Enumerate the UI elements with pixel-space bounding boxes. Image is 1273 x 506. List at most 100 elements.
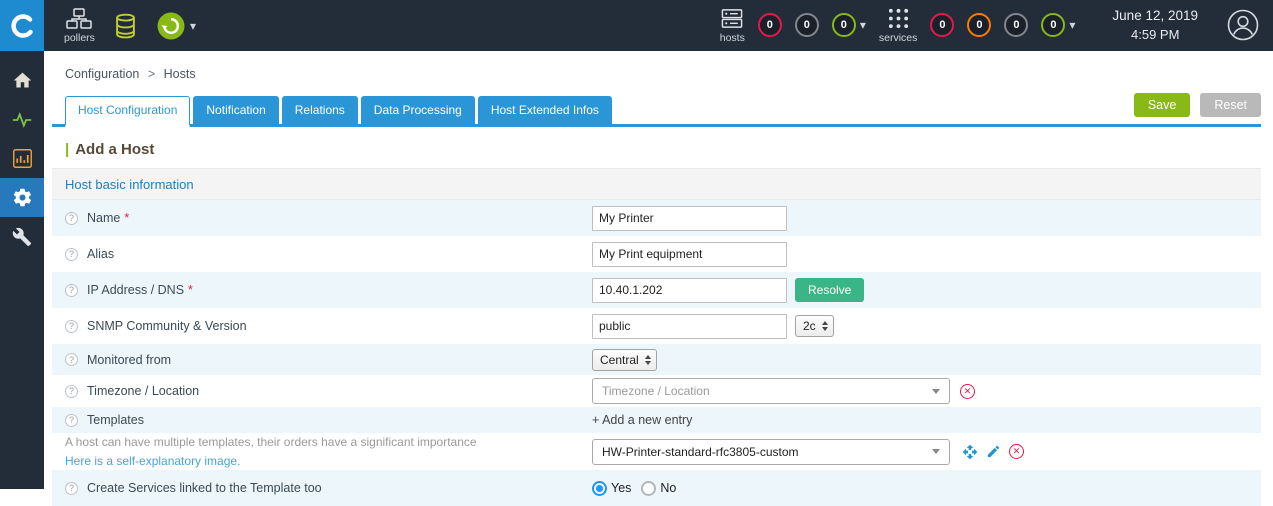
tab-notification[interactable]: Notification: [193, 96, 279, 124]
page-title: | Add a Host: [65, 141, 1261, 158]
services-label: services: [878, 31, 918, 44]
form-row-name: ? Name *: [52, 200, 1261, 236]
hosts-unreachable-badge[interactable]: 0: [794, 13, 819, 38]
chevron-down-icon: ▾: [859, 18, 866, 33]
help-icon[interactable]: ?: [65, 413, 78, 427]
services-critical-badge[interactable]: 0: [930, 13, 955, 38]
template-selected-value: HW-Printer-standard-rfc3805-custom: [602, 444, 799, 459]
timezone-select[interactable]: Timezone / Location: [592, 378, 950, 404]
name-input[interactable]: [592, 205, 787, 231]
tab-relations[interactable]: Relations: [281, 96, 358, 124]
create-services-option-yes[interactable]: Yes: [592, 480, 632, 496]
monitored-from-label: Monitored from: [87, 352, 172, 367]
chevron-down-icon: [932, 449, 940, 455]
template-edit-button[interactable]: [986, 444, 1001, 459]
chevron-down-icon: [932, 388, 940, 394]
clock: June 12, 2019 4:59 PM: [1112, 7, 1198, 44]
help-icon[interactable]: ?: [65, 247, 78, 261]
form-row-timezone: ? Timezone / Location Timezone / Locatio…: [52, 375, 1261, 407]
services-warning-badge[interactable]: 0: [967, 13, 992, 38]
template-select[interactable]: HW-Printer-standard-rfc3805-custom: [592, 438, 950, 465]
breadcrumb-hosts[interactable]: Hosts: [164, 67, 196, 81]
alias-input[interactable]: [592, 241, 787, 267]
side-nav: [0, 51, 44, 489]
radio-unselected-icon[interactable]: [641, 480, 657, 496]
services-status-menu[interactable]: services: [878, 7, 918, 44]
ip-label: IP Address / DNS: [87, 283, 185, 297]
tab-host-configuration[interactable]: Host Configuration: [65, 96, 191, 127]
hosts-down-badge[interactable]: 0: [757, 13, 782, 38]
template-move-handle[interactable]: [962, 444, 978, 460]
hosts-status-menu[interactable]: hosts: [720, 7, 745, 44]
section-host-basic-information: Host basic information: [52, 168, 1261, 200]
apply-configuration-menu[interactable]: ▾: [156, 11, 196, 41]
services-unknown-badge[interactable]: 0: [1004, 13, 1029, 38]
templates-help-link[interactable]: Here is a self-explanatory image.: [65, 452, 477, 471]
create-services-label: Create Services linked to the Template t…: [87, 481, 322, 496]
breadcrumb: Configuration > Hosts: [52, 51, 1261, 81]
resolve-button[interactable]: Resolve: [795, 278, 865, 302]
sync-icon: [157, 12, 185, 39]
sidebar-item-reporting[interactable]: [0, 139, 44, 178]
templates-help-text: A host can have multiple templates, thei…: [65, 435, 477, 449]
form-row-create-services: ? Create Services linked to the Template…: [52, 470, 1261, 506]
save-button[interactable]: Save: [1133, 93, 1191, 117]
pollers-menu[interactable]: pollers: [64, 7, 95, 44]
option-yes-label: Yes: [611, 481, 632, 496]
help-icon[interactable]: ?: [65, 283, 78, 297]
help-icon[interactable]: ?: [65, 384, 78, 398]
snmp-version-value: 2c: [803, 319, 816, 333]
required-asterisk: *: [124, 211, 130, 225]
select-stepper-icon: [644, 354, 651, 365]
sidebar-item-configuration[interactable]: [0, 178, 44, 217]
templates-label: Templates: [87, 413, 144, 427]
breadcrumb-separator: >: [147, 67, 156, 81]
title-text: Add a Host: [75, 141, 155, 158]
help-icon[interactable]: ?: [65, 353, 78, 366]
section-title: Host basic information: [65, 176, 194, 192]
sidebar-item-administration[interactable]: [0, 217, 44, 256]
pencil-icon: [987, 445, 1000, 458]
timezone-delete-icon[interactable]: ✕: [960, 383, 975, 399]
add-template-entry-link[interactable]: + Add a new entry: [592, 413, 692, 427]
snmp-community-input[interactable]: [592, 313, 787, 339]
option-no-label: No: [660, 481, 677, 496]
database-status[interactable]: [115, 13, 136, 39]
help-icon[interactable]: ?: [65, 319, 78, 333]
create-services-option-no[interactable]: No: [641, 480, 677, 496]
ip-input[interactable]: [592, 277, 787, 303]
help-icon[interactable]: ?: [65, 211, 78, 225]
reset-button[interactable]: Reset: [1200, 93, 1261, 117]
select-stepper-icon: [821, 321, 828, 331]
pollers-label: pollers: [64, 31, 95, 44]
centreon-logo[interactable]: [0, 0, 44, 51]
tab-host-extended-infos[interactable]: Host Extended Infos: [477, 96, 612, 124]
current-time: 4:59 PM: [1131, 26, 1180, 42]
services-ok-badge[interactable]: 0: [1041, 13, 1066, 38]
monitored-from-select[interactable]: Central: [592, 348, 657, 371]
hosts-icon: [721, 9, 743, 28]
help-icon[interactable]: ?: [65, 481, 78, 495]
home-icon: [13, 72, 31, 88]
title-pipe: |: [65, 141, 70, 158]
top-bar: pollers ▾ hosts 0 0 0 ▾ services 0 0 0 0…: [0, 0, 1273, 51]
wrench-icon: [12, 227, 32, 246]
form-row-ip: ? IP Address / DNS * Resolve: [52, 272, 1261, 308]
pollers-icon: [66, 7, 93, 29]
tab-data-processing[interactable]: Data Processing: [360, 96, 475, 124]
user-menu[interactable]: [1227, 9, 1259, 41]
current-date: June 12, 2019: [1112, 7, 1198, 23]
breadcrumb-configuration[interactable]: Configuration: [65, 67, 139, 81]
move-icon: [962, 444, 978, 459]
hosts-up-badge-group[interactable]: 0 ▾: [831, 13, 866, 38]
required-asterisk: *: [188, 283, 193, 297]
radio-selected-icon[interactable]: [592, 480, 607, 496]
services-ok-badge-group[interactable]: 0 ▾: [1041, 13, 1075, 38]
form-row-templates: ? Templates + Add a new entry: [52, 407, 1261, 433]
user-avatar-icon: [1227, 10, 1259, 41]
sidebar-item-monitoring[interactable]: [0, 100, 44, 139]
template-delete-icon[interactable]: ✕: [1009, 444, 1024, 460]
hosts-up-badge[interactable]: 0: [831, 13, 856, 38]
snmp-version-select[interactable]: 2c: [795, 315, 834, 337]
sidebar-item-home[interactable]: [0, 61, 44, 100]
